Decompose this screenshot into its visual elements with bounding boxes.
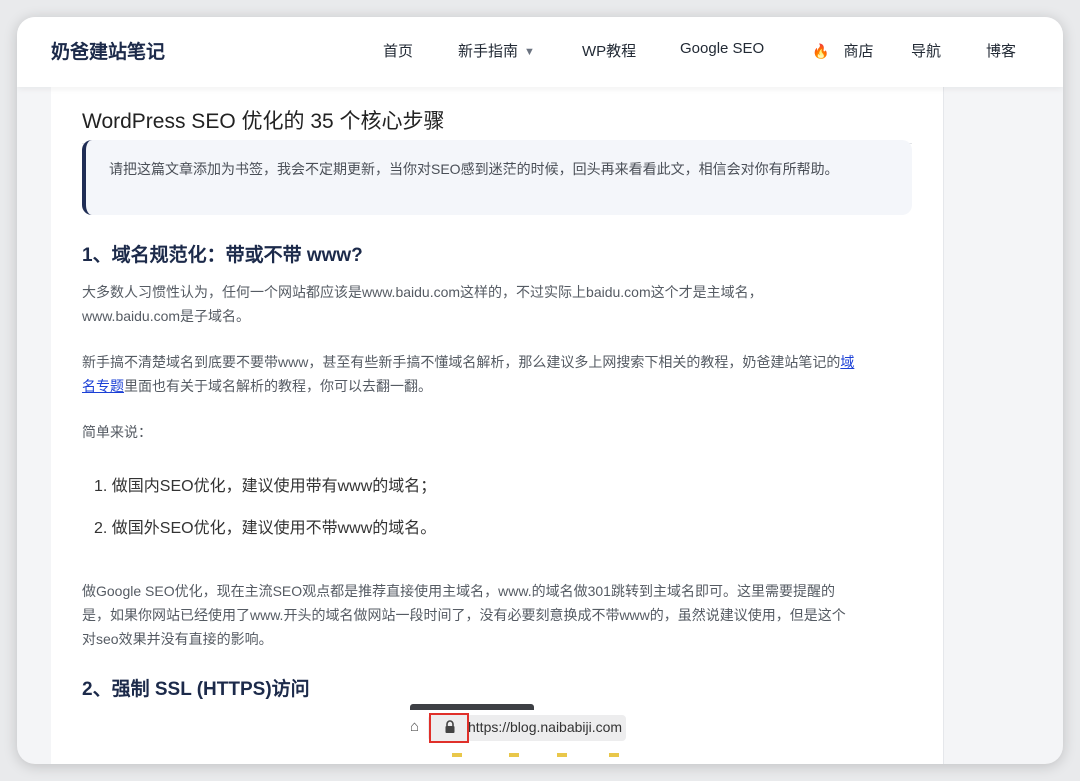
https-screenshot: ⌂ https://blog.naibabiji.com bbox=[410, 704, 650, 764]
paragraph-domain-intro: 大多数人习惯性认为，任何一个网站都应该是www.baidu.com这样的，不过实… bbox=[82, 280, 912, 328]
nav-label: 新手指南 bbox=[458, 43, 519, 60]
notice-text: 请把这篇文章添加为书签，我会不定期更新，当你对SEO感到迷茫的时候，回头再来看看… bbox=[109, 161, 839, 177]
notice-box: 请把这篇文章添加为书签，我会不定期更新，当你对SEO感到迷茫的时候，回头再来看看… bbox=[82, 140, 912, 215]
nav-label: 导航 bbox=[911, 43, 942, 60]
nav-label: Google SEO bbox=[680, 40, 765, 57]
nav-label: WP教程 bbox=[582, 43, 637, 60]
fire-icon: 🔥 bbox=[812, 43, 830, 59]
paragraph-domain-resolution: 新手搞不清楚域名到底要不要带www，甚至有些新手搞不懂域名解析，那么建议多上网搜… bbox=[82, 350, 912, 398]
list-item: 2. 做国外SEO优化，建议使用不带www的域名。 bbox=[94, 520, 437, 537]
article-title: WordPress SEO 优化的 35 个核心步骤 bbox=[82, 105, 912, 144]
summary-label: 简单来说： bbox=[82, 424, 152, 440]
text-segment: 里面也有关于域名解析的教程，你可以去翻一翻。 bbox=[124, 378, 432, 394]
nav-item-beginner-guide[interactable]: 新手指南 ▼ bbox=[458, 40, 535, 61]
screenshot-url: https://blog.naibabiji.com bbox=[468, 719, 623, 735]
text-line: www.baidu.com是子域名。 bbox=[82, 308, 251, 324]
text-line: 大多数人习惯性认为，任何一个网站都应该是www.baidu.com这样的，不过实… bbox=[82, 284, 763, 300]
site-logo[interactable]: 奶爸建站笔记 bbox=[51, 37, 165, 64]
nav-item-wp-tutorial[interactable]: WP教程 bbox=[582, 40, 636, 61]
screenshot-toolbar bbox=[410, 704, 534, 710]
nav-item-shop[interactable]: 🔥 商店 bbox=[812, 40, 873, 61]
domain-topic-link[interactable]: 名专题 bbox=[82, 378, 124, 394]
text-line: 做Google SEO优化，现在主流SEO观点都是推荐直接使用主域名，www.的… bbox=[82, 583, 835, 599]
nav-item-home[interactable]: 首页 bbox=[383, 40, 413, 61]
lock-icon bbox=[445, 720, 455, 733]
browser-window: 奶爸建站笔记 首页 新手指南 ▼ WP教程 Google SEO 🔥 商店 导航 博… bbox=[17, 17, 1063, 764]
text-line: 是，如果你网站已经使用了www.开头的域名做网站一段时间了，没有必要刻意换成不带… bbox=[82, 607, 846, 623]
nav-label: 博客 bbox=[986, 43, 1017, 60]
section-heading-domain: 1、域名规范化：带或不带 www? bbox=[82, 245, 363, 266]
list-item: 1. 做国内SEO优化，建议使用带有www的域名； bbox=[94, 478, 437, 495]
chevron-down-icon: ▼ bbox=[524, 46, 535, 58]
paragraph-google-seo: 做Google SEO优化，现在主流SEO观点都是推荐直接使用主域名，www.的… bbox=[82, 579, 912, 651]
content-panel: WordPress SEO 优化的 35 个核心步骤 请把这篇文章添加为书签，我… bbox=[51, 87, 944, 764]
home-icon: ⌂ bbox=[410, 718, 420, 735]
text-line: 对seo效果并没有直接的影响。 bbox=[82, 631, 273, 647]
nav-item-navigation[interactable]: 导航 bbox=[911, 40, 941, 61]
nav-label: 商店 bbox=[843, 43, 874, 60]
nav-item-google-seo[interactable]: Google SEO bbox=[680, 40, 764, 57]
domain-topic-link[interactable]: 域 bbox=[840, 354, 854, 370]
text-segment: 新手搞不清楚域名到底要不要带www，甚至有些新手搞不懂域名解析，那么建议多上网搜… bbox=[82, 354, 841, 370]
site-header: 奶爸建站笔记 首页 新手指南 ▼ WP教程 Google SEO 🔥 商店 导航 博… bbox=[17, 17, 1063, 87]
nav-item-blog[interactable]: 博客 bbox=[986, 40, 1016, 61]
nav-label: 首页 bbox=[383, 43, 414, 60]
section-heading-ssl: 2、强制 SSL (HTTPS)访问 bbox=[82, 679, 310, 700]
